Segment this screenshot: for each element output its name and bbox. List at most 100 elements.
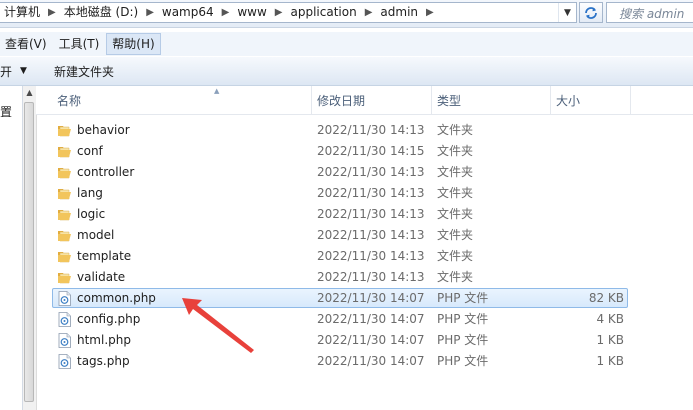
column-type-label: 类型 xyxy=(437,94,462,108)
file-size: 1 KB xyxy=(596,333,624,347)
file-type: PHP 文件 xyxy=(437,333,489,347)
file-row[interactable]: tags.php 2022/11/30 14:07 PHP 文件 1 KB xyxy=(52,351,628,371)
command-bar: 开 ▼ 新建文件夹 xyxy=(0,57,693,86)
breadcrumb-admin[interactable]: admin xyxy=(376,3,422,22)
file-date: 2022/11/30 14:13 xyxy=(317,228,425,242)
file-type: 文件夹 xyxy=(437,123,474,137)
file-size: 4 KB xyxy=(596,312,624,326)
file-date: 2022/11/30 14:15 xyxy=(317,144,425,158)
folder-icon xyxy=(58,126,71,137)
file-type: 文件夹 xyxy=(437,207,474,221)
file-type: 文件夹 xyxy=(437,249,474,263)
open-dropdown-icon[interactable]: ▼ xyxy=(20,66,27,76)
php-file-icon xyxy=(58,291,71,306)
address-bar-area: 计算机 ▶ 本地磁盘 (D:) ▶ wamp64 ▶ www ▶ applica… xyxy=(0,0,693,28)
open-button[interactable]: 开 xyxy=(0,63,12,80)
folder-icon xyxy=(58,231,71,242)
file-name: common.php xyxy=(77,291,156,305)
file-date: 2022/11/30 14:13 xyxy=(317,123,425,137)
file-type: PHP 文件 xyxy=(437,312,489,326)
folder-icon xyxy=(58,210,71,221)
nav-item-partial[interactable]: 置 xyxy=(0,103,12,120)
file-name: lang xyxy=(77,186,103,200)
file-type: 文件夹 xyxy=(437,270,474,284)
file-row[interactable]: controller 2022/11/30 14:13 文件夹 xyxy=(52,162,628,182)
file-row-selected[interactable]: common.php 2022/11/30 14:07 PHP 文件 82 KB xyxy=(52,288,628,308)
column-header-name[interactable]: 名称 xyxy=(52,86,312,114)
file-size: 1 KB xyxy=(596,354,624,368)
breadcrumb-separator-icon[interactable]: ▶ xyxy=(218,3,234,22)
column-name-label: 名称 xyxy=(57,94,82,108)
file-date: 2022/11/30 14:13 xyxy=(317,270,425,284)
file-name: html.php xyxy=(77,333,131,347)
file-name: validate xyxy=(77,270,126,284)
file-row[interactable]: conf 2022/11/30 14:15 文件夹 xyxy=(52,141,628,161)
file-row[interactable]: html.php 2022/11/30 14:07 PHP 文件 1 KB xyxy=(52,330,628,350)
column-header-row: 名称 修改日期 类型 大小 ▲ xyxy=(36,86,693,115)
column-header-date[interactable]: 修改日期 xyxy=(312,86,432,114)
file-date: 2022/11/30 14:07 xyxy=(317,333,425,347)
file-row[interactable]: model 2022/11/30 14:13 文件夹 xyxy=(52,225,628,245)
file-name: behavior xyxy=(77,123,130,137)
breadcrumb-separator-icon[interactable]: ▶ xyxy=(361,3,377,22)
file-row[interactable]: validate 2022/11/30 14:13 文件夹 xyxy=(52,267,628,287)
navigation-scrollbar[interactable]: ▲ xyxy=(23,86,37,410)
php-file-icon xyxy=(58,354,71,369)
file-row[interactable]: logic 2022/11/30 14:13 文件夹 xyxy=(52,204,628,224)
address-history-dropdown-icon[interactable]: ▼ xyxy=(558,3,576,22)
folder-icon xyxy=(58,168,71,179)
file-type: PHP 文件 xyxy=(437,354,489,368)
file-row[interactable]: config.php 2022/11/30 14:07 PHP 文件 4 KB xyxy=(52,309,628,329)
php-file-icon xyxy=(58,312,71,327)
file-row[interactable]: behavior 2022/11/30 14:13 文件夹 xyxy=(52,120,628,140)
column-header-type[interactable]: 类型 xyxy=(432,86,551,114)
file-date: 2022/11/30 14:07 xyxy=(317,354,425,368)
folder-icon xyxy=(58,147,71,158)
file-name: config.php xyxy=(77,312,141,326)
sort-ascending-icon: ▲ xyxy=(214,87,220,95)
breadcrumb-separator-icon[interactable]: ▶ xyxy=(422,3,438,22)
file-type: 文件夹 xyxy=(437,186,474,200)
php-file-icon xyxy=(58,333,71,348)
scrollbar-thumb[interactable] xyxy=(24,102,34,402)
breadcrumb-www[interactable]: www xyxy=(233,3,270,22)
menu-help[interactable]: 帮助(H) xyxy=(106,33,161,55)
menu-bar: 查看(V) 工具(T) 帮助(H) xyxy=(0,32,693,56)
file-row[interactable]: lang 2022/11/30 14:13 文件夹 xyxy=(52,183,628,203)
folder-icon xyxy=(58,273,71,284)
annotation-arrow-icon xyxy=(182,298,254,353)
menu-view[interactable]: 查看(V) xyxy=(0,33,52,55)
folder-icon xyxy=(58,252,71,263)
file-row[interactable]: template 2022/11/30 14:13 文件夹 xyxy=(52,246,628,266)
file-size: 82 KB xyxy=(588,291,624,305)
breadcrumb-computer[interactable]: 计算机 xyxy=(0,3,44,22)
breadcrumb-separator-icon[interactable]: ▶ xyxy=(142,3,158,22)
breadcrumb-separator-icon[interactable]: ▶ xyxy=(271,3,287,22)
file-name: template xyxy=(77,249,132,263)
breadcrumb-separator-icon[interactable]: ▶ xyxy=(44,3,60,22)
file-name: controller xyxy=(77,165,135,179)
navigation-pane[interactable] xyxy=(0,86,22,410)
breadcrumb-application[interactable]: application xyxy=(287,3,361,22)
address-bar[interactable]: 计算机 ▶ 本地磁盘 (D:) ▶ wamp64 ▶ www ▶ applica… xyxy=(0,2,577,23)
file-date: 2022/11/30 14:13 xyxy=(317,207,425,221)
file-date: 2022/11/30 14:13 xyxy=(317,249,425,263)
new-folder-button[interactable]: 新建文件夹 xyxy=(54,63,114,80)
search-input[interactable]: 搜索 admin xyxy=(606,2,693,23)
file-name: logic xyxy=(77,207,106,221)
breadcrumb-wamp64[interactable]: wamp64 xyxy=(158,3,218,22)
breadcrumb-drive-d[interactable]: 本地磁盘 (D:) xyxy=(60,3,142,22)
file-date: 2022/11/30 14:07 xyxy=(317,291,425,305)
menu-tools[interactable]: 工具(T) xyxy=(54,33,105,55)
search-placeholder: 搜索 admin xyxy=(619,7,685,21)
file-type: 文件夹 xyxy=(437,165,474,179)
file-type: 文件夹 xyxy=(437,144,474,158)
breadcrumb: 计算机 ▶ 本地磁盘 (D:) ▶ wamp64 ▶ www ▶ applica… xyxy=(0,3,438,22)
column-header-size[interactable]: 大小 xyxy=(551,86,631,114)
refresh-button[interactable] xyxy=(579,2,603,23)
scroll-up-icon[interactable]: ▲ xyxy=(23,86,36,100)
file-type: PHP 文件 xyxy=(437,291,489,305)
folder-icon xyxy=(58,189,71,200)
file-name: tags.php xyxy=(77,354,130,368)
file-name: model xyxy=(77,228,115,242)
